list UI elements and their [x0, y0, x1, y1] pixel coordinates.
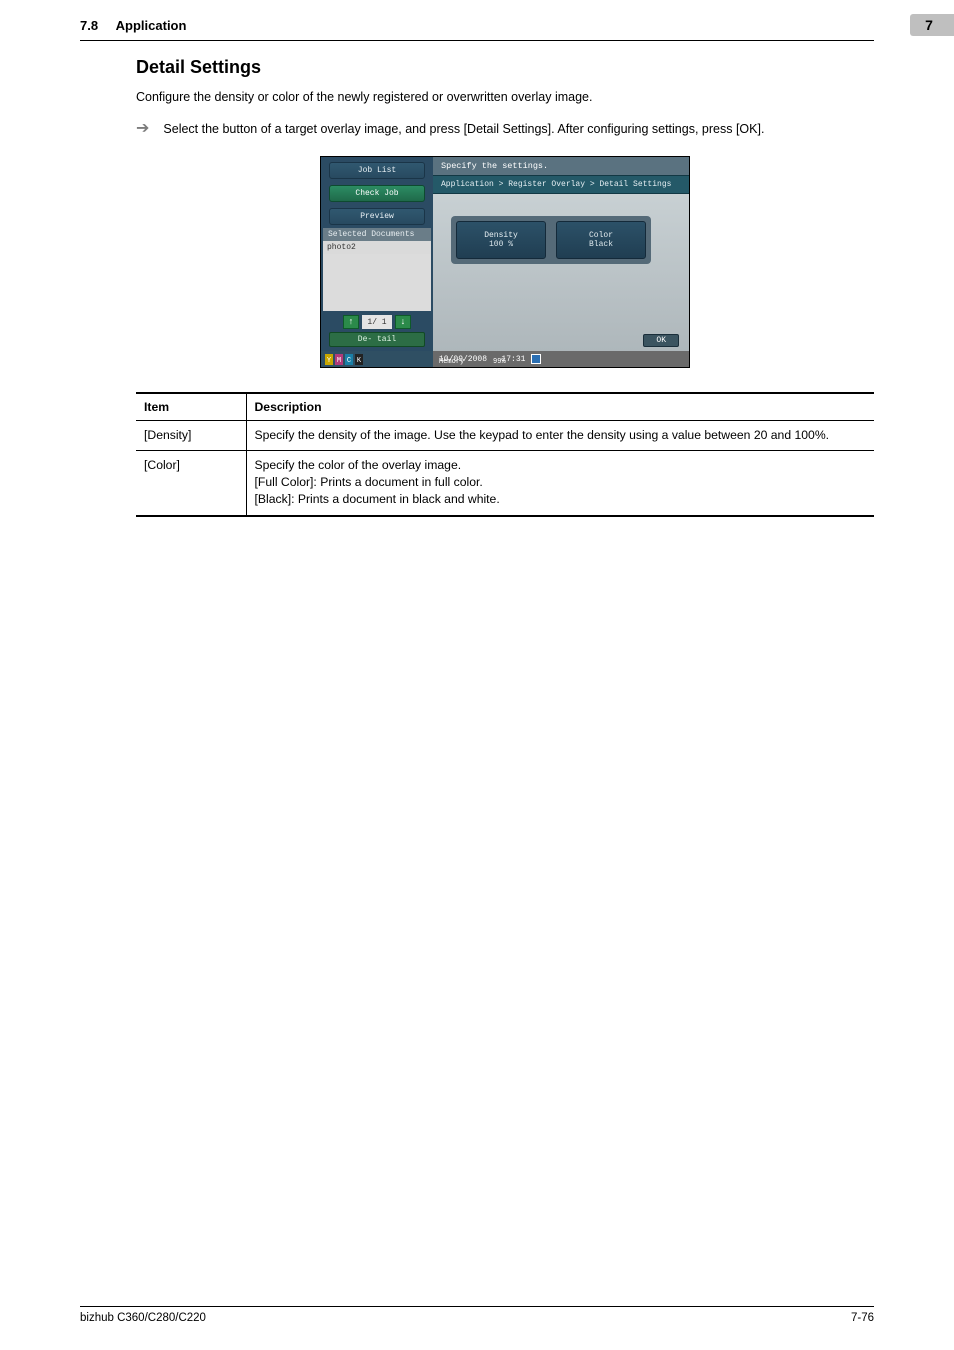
- instruction-text: Select the button of a target overlay im…: [163, 120, 764, 138]
- table-row: [Color] Specify the color of the overlay…: [136, 451, 874, 516]
- table-header-desc: Description: [246, 393, 874, 421]
- toner-cyan-icon: C: [345, 354, 353, 365]
- table-header-item: Item: [136, 393, 246, 421]
- status-icon: [531, 354, 541, 364]
- page-indicator: 1/ 1: [362, 315, 392, 329]
- page-footer: bizhub C360/C280/C220 7-76: [80, 1306, 874, 1324]
- cell-item: [Color]: [136, 451, 246, 516]
- page-down-button[interactable]: ↓: [395, 315, 411, 329]
- section-number: 7.8: [80, 18, 98, 33]
- screenshot-instruction: Specify the settings.: [433, 157, 689, 175]
- job-list-button[interactable]: Job List: [329, 162, 425, 179]
- detail-button[interactable]: De- tail: [329, 332, 425, 347]
- footer-page: 7-76: [851, 1312, 874, 1324]
- density-value: 100 %: [489, 240, 513, 249]
- toner-black-icon: K: [355, 354, 363, 365]
- cell-desc: Specify the density of the image. Use th…: [246, 421, 874, 451]
- screenshot-main: Density 100 % Color Black OK: [433, 194, 689, 351]
- density-button[interactable]: Density 100 %: [456, 221, 546, 259]
- table-row: [Density] Specify the density of the ima…: [136, 421, 874, 451]
- color-button[interactable]: Color Black: [556, 221, 646, 259]
- pager: ↑ 1/ 1 ↓: [323, 311, 431, 332]
- chapter-badge: 7: [910, 14, 954, 36]
- toner-magenta-icon: M: [335, 354, 343, 365]
- memory-value: 99%: [493, 358, 506, 366]
- selected-documents-label: Selected Documents: [323, 228, 431, 241]
- page-header: 7.8 Application 7: [80, 0, 874, 41]
- breadcrumb: Application > Register Overlay > Detail …: [433, 175, 689, 194]
- list-item[interactable]: photo2: [323, 241, 431, 254]
- color-value: Black: [589, 240, 613, 249]
- description-table: Item Description [Density] Specify the d…: [136, 392, 874, 516]
- toner-yellow-icon: Y: [325, 354, 333, 365]
- cell-item: [Density]: [136, 421, 246, 451]
- page-up-button[interactable]: ↑: [343, 315, 359, 329]
- check-job-button[interactable]: Check Job: [329, 185, 425, 202]
- footer-model: bizhub C360/C280/C220: [80, 1312, 206, 1324]
- section-name: Application: [116, 18, 187, 33]
- intro-text: Configure the density or color of the ne…: [136, 88, 874, 106]
- color-label: Color: [589, 231, 613, 240]
- screenshot-sidebar: Job List Check Job Preview Selected Docu…: [321, 157, 433, 351]
- density-label: Density: [484, 231, 518, 240]
- preview-button[interactable]: Preview: [329, 208, 425, 225]
- memory-label: Memory: [439, 358, 464, 366]
- document-list: photo2: [323, 241, 431, 311]
- cell-desc: Specify the color of the overlay image. …: [246, 451, 874, 516]
- toner-levels: Y M C K: [321, 351, 433, 367]
- arrow-right-icon: ➔: [136, 120, 149, 138]
- settings-panel: Density 100 % Color Black: [451, 216, 651, 264]
- page-title: Detail Settings: [136, 57, 874, 78]
- device-screenshot: Job List Check Job Preview Selected Docu…: [320, 156, 690, 368]
- ok-button[interactable]: OK: [643, 334, 679, 347]
- screenshot-footer: Y M C K 10/09/2008 17:31 Memory: [321, 351, 689, 367]
- instruction-row: ➔ Select the button of a target overlay …: [136, 120, 874, 138]
